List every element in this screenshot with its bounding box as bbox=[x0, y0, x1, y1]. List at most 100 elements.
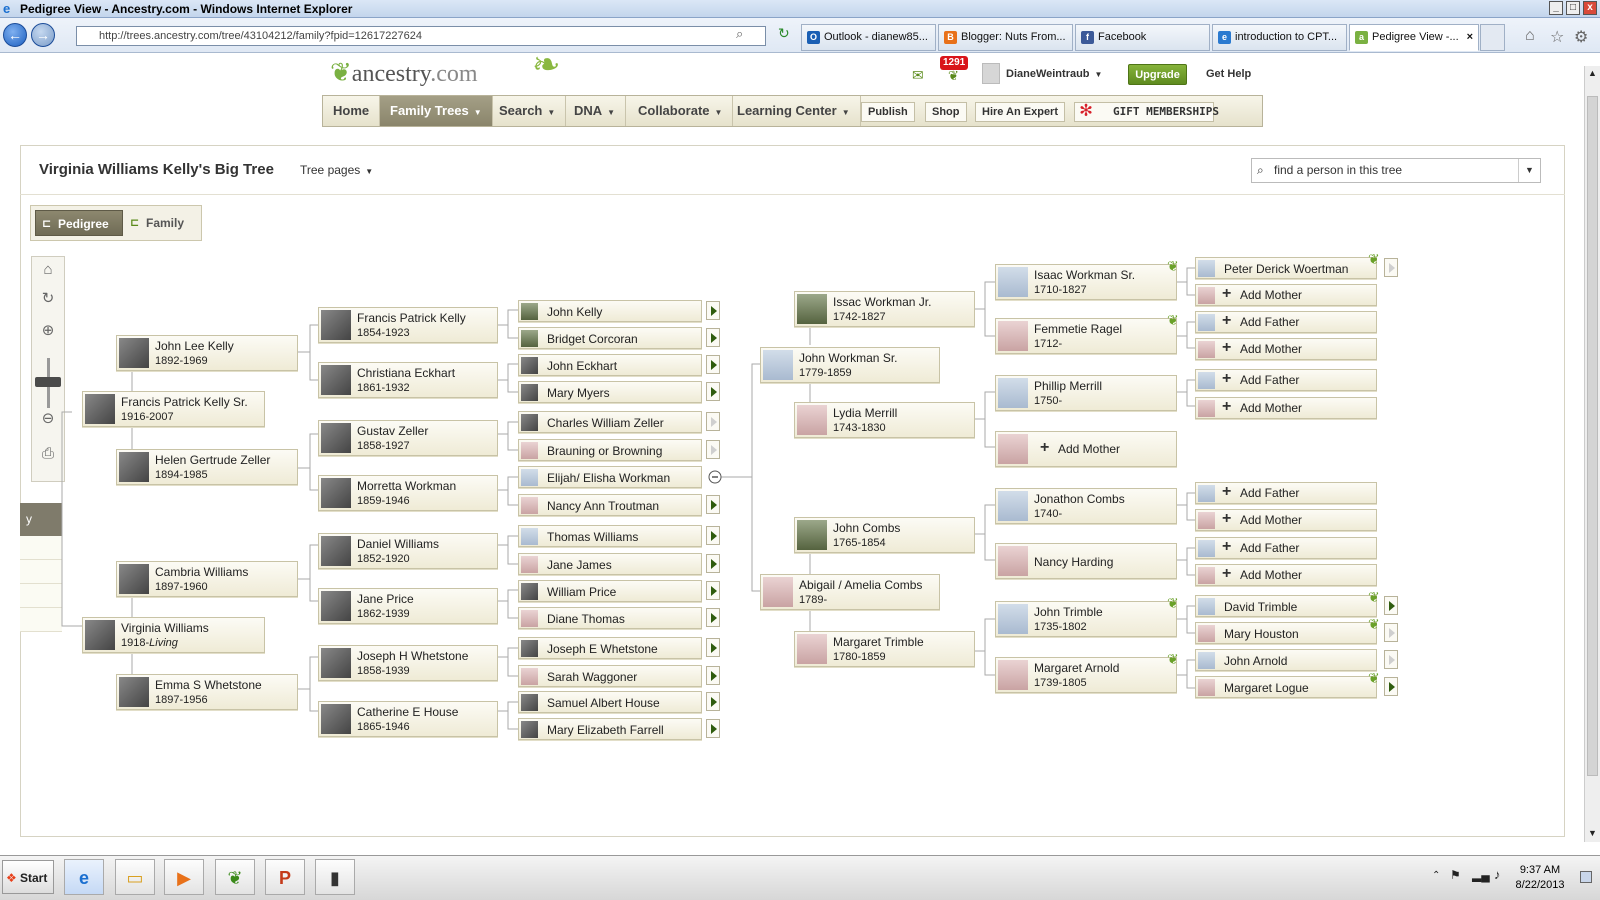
hint-leaf-icon[interactable]: ❦ bbox=[1167, 652, 1181, 666]
hint-leaf-icon[interactable]: ❦ bbox=[1167, 259, 1181, 273]
person-card-cambria-williams[interactable]: Cambria Williams 1897-1960 bbox=[116, 561, 298, 597]
add-father-button[interactable]: + Add Father bbox=[1195, 369, 1377, 391]
person-card-nancy-harding[interactable]: Nancy Harding bbox=[995, 543, 1177, 579]
powerpoint-icon[interactable]: P bbox=[265, 859, 305, 895]
expand-arrow-icon[interactable] bbox=[706, 440, 720, 459]
person-card-abigail-amelia-combs[interactable]: Abigail / Amelia Combs 1789- bbox=[760, 574, 940, 610]
start-button[interactable]: ❖ Start bbox=[2, 860, 54, 894]
expand-arrow-icon[interactable] bbox=[706, 526, 720, 545]
person-card-jane-james[interactable]: Jane James bbox=[518, 553, 702, 575]
expand-arrow-icon[interactable] bbox=[1384, 258, 1398, 277]
phone-app-icon[interactable]: ▮ bbox=[315, 859, 355, 895]
expand-arrow-icon[interactable] bbox=[706, 666, 720, 685]
scrollbar-thumb[interactable] bbox=[1587, 96, 1598, 776]
scroll-up-icon[interactable]: ▲ bbox=[1588, 68, 1597, 78]
expand-arrow-icon[interactable] bbox=[1384, 677, 1398, 696]
add-father-button[interactable]: + Add Father bbox=[1195, 482, 1377, 504]
ie-taskbar-icon[interactable]: e bbox=[64, 859, 104, 895]
add-mother-button[interactable]: + Add Mother bbox=[1195, 509, 1377, 531]
network-icon[interactable]: ▂▄ bbox=[1472, 868, 1490, 882]
expand-arrow-icon[interactable] bbox=[706, 719, 720, 738]
person-card-john-eckhart[interactable]: John Eckhart bbox=[518, 354, 702, 376]
expand-arrow-icon[interactable] bbox=[1384, 623, 1398, 642]
expand-arrow-icon[interactable] bbox=[706, 355, 720, 374]
hint-leaf-icon[interactable]: ❦ bbox=[1167, 313, 1181, 327]
add-father-button[interactable]: + Add Father bbox=[1195, 311, 1377, 333]
expand-arrow-icon[interactable] bbox=[706, 301, 720, 320]
show-hidden-icons[interactable]: ⌃ bbox=[1432, 870, 1440, 881]
person-card-virginia-williams[interactable]: Virginia Williams 1918-Living bbox=[82, 617, 265, 653]
person-card-sarah-waggoner[interactable]: Sarah Waggoner bbox=[518, 665, 702, 687]
hint-leaf-icon[interactable]: ❦ bbox=[1368, 671, 1382, 685]
folder-icon[interactable]: ▭ bbox=[115, 859, 155, 895]
person-card-femmetie-ragel[interactable]: Femmetie Ragel 1712- bbox=[995, 318, 1177, 354]
person-card-mary-houston[interactable]: Mary Houston bbox=[1195, 622, 1377, 644]
person-card-david-trimble[interactable]: David Trimble bbox=[1195, 595, 1377, 617]
hint-leaf-icon[interactable]: ❦ bbox=[1368, 252, 1382, 266]
person-card-margaret-trimble[interactable]: Margaret Trimble 1780-1859 bbox=[794, 631, 975, 667]
person-card-christiana-eckhart[interactable]: Christiana Eckhart 1861-1932 bbox=[318, 362, 498, 398]
person-card-phillip-merrill[interactable]: Phillip Merrill 1750- bbox=[995, 375, 1177, 411]
person-card-francis-patrick-kelly[interactable]: Francis Patrick Kelly 1854-1923 bbox=[318, 307, 498, 343]
person-card-helen-gertrude-zeller[interactable]: Helen Gertrude Zeller 1894-1985 bbox=[116, 449, 298, 485]
person-card-morretta-workman[interactable]: Morretta Workman 1859-1946 bbox=[318, 475, 498, 511]
add-mother-button[interactable]: + Add Mother bbox=[1195, 284, 1377, 306]
person-card-diane-thomas[interactable]: Diane Thomas bbox=[518, 607, 702, 629]
scroll-down-icon[interactable]: ▼ bbox=[1588, 828, 1597, 838]
expand-arrow-icon[interactable] bbox=[1384, 650, 1398, 669]
person-card-margaret-logue[interactable]: Margaret Logue bbox=[1195, 676, 1377, 698]
person-card-issac-workman-jr[interactable]: Issac Workman Jr. 1742-1827 bbox=[794, 291, 975, 327]
taskbar-clock[interactable]: 9:37 AM 8/22/2013 bbox=[1510, 863, 1570, 893]
person-card-emma-s-whetstone[interactable]: Emma S Whetstone 1897-1956 bbox=[116, 674, 298, 710]
expand-arrow-icon[interactable] bbox=[706, 581, 720, 600]
page-scrollbar[interactable]: ▲ ▼ bbox=[1584, 66, 1600, 842]
expand-arrow-icon[interactable] bbox=[1384, 596, 1398, 615]
person-card-brauning-or-browning[interactable]: Brauning or Browning bbox=[518, 439, 702, 461]
expand-arrow-icon[interactable] bbox=[706, 554, 720, 573]
person-card-mary-myers[interactable]: Mary Myers bbox=[518, 381, 702, 403]
expand-arrow-icon[interactable] bbox=[706, 328, 720, 347]
ancestry-app-icon[interactable]: ❦ bbox=[215, 859, 255, 895]
expand-arrow-icon[interactable] bbox=[706, 692, 720, 711]
person-card-john-trimble[interactable]: John Trimble 1735-1802 bbox=[995, 601, 1177, 637]
person-card-charles-william-zeller[interactable]: Charles William Zeller bbox=[518, 411, 702, 433]
person-card-john-lee-kelly[interactable]: John Lee Kelly 1892-1969 bbox=[116, 335, 298, 371]
person-card-jonathon-combs[interactable]: Jonathon Combs 1740- bbox=[995, 488, 1177, 524]
show-desktop-button[interactable] bbox=[1580, 871, 1592, 883]
flag-icon[interactable]: ⚑ bbox=[1450, 868, 1461, 882]
person-card-samuel-albert-house[interactable]: Samuel Albert House bbox=[518, 691, 702, 713]
person-card-elijah-elisha-workman[interactable]: Elijah/ Elisha Workman bbox=[518, 466, 702, 488]
hint-leaf-icon[interactable]: ❦ bbox=[1368, 590, 1382, 604]
hint-leaf-icon[interactable]: ❦ bbox=[1167, 596, 1181, 610]
add-mother-button[interactable]: + Add Mother bbox=[1195, 564, 1377, 586]
person-card-lydia-merrill[interactable]: Lydia Merrill 1743-1830 bbox=[794, 402, 975, 438]
person-card-daniel-williams[interactable]: Daniel Williams 1852-1920 bbox=[318, 533, 498, 569]
person-card-john-combs[interactable]: John Combs 1765-1854 bbox=[794, 517, 975, 553]
person-card-isaac-workman-sr[interactable]: Isaac Workman Sr. 1710-1827 bbox=[995, 264, 1177, 300]
media-player-icon[interactable]: ▶ bbox=[164, 859, 204, 895]
person-card-john-kelly[interactable]: John Kelly bbox=[518, 300, 702, 322]
expand-arrow-icon[interactable] bbox=[706, 382, 720, 401]
person-card-nancy-ann-troutman[interactable]: Nancy Ann Troutman bbox=[518, 494, 702, 516]
person-card-mary-elizabeth-farrell[interactable]: Mary Elizabeth Farrell bbox=[518, 718, 702, 740]
person-card-jane-price[interactable]: Jane Price 1862-1939 bbox=[318, 588, 498, 624]
person-card-john-workman-sr[interactable]: John Workman Sr. 1779-1859 bbox=[760, 347, 940, 383]
person-card-margaret-arnold[interactable]: Margaret Arnold 1739-1805 bbox=[995, 657, 1177, 693]
expand-arrow-icon[interactable] bbox=[706, 412, 720, 431]
person-card-bridget-corcoran[interactable]: Bridget Corcoran bbox=[518, 327, 702, 349]
add-mother-button[interactable]: + Add Mother bbox=[1195, 338, 1377, 360]
person-card-gustav-zeller[interactable]: Gustav Zeller 1858-1927 bbox=[318, 420, 498, 456]
person-card-joseph-h-whetstone[interactable]: Joseph H Whetstone 1858-1939 bbox=[318, 645, 498, 681]
hint-leaf-icon[interactable]: ❦ bbox=[1368, 617, 1382, 631]
person-card-william-price[interactable]: William Price bbox=[518, 580, 702, 602]
expand-arrow-icon[interactable] bbox=[706, 608, 720, 627]
add-father-button[interactable]: + Add Father bbox=[1195, 537, 1377, 559]
person-card-joseph-e-whetstone[interactable]: Joseph E Whetstone bbox=[518, 637, 702, 659]
add-mother-button[interactable]: + Add Mother bbox=[1195, 397, 1377, 419]
person-card-john-arnold[interactable]: John Arnold bbox=[1195, 649, 1377, 671]
person-card-francis-patrick-kelly-sr[interactable]: Francis Patrick Kelly Sr. 1916-2007 bbox=[82, 391, 265, 427]
person-card-thomas-williams[interactable]: Thomas Williams bbox=[518, 525, 702, 547]
person-card-catherine-e-house[interactable]: Catherine E House 1865-1946 bbox=[318, 701, 498, 737]
volume-icon[interactable]: ♪ bbox=[1494, 867, 1501, 882]
person-card-peter-derick-woertman[interactable]: Peter Derick Woertman bbox=[1195, 257, 1377, 279]
